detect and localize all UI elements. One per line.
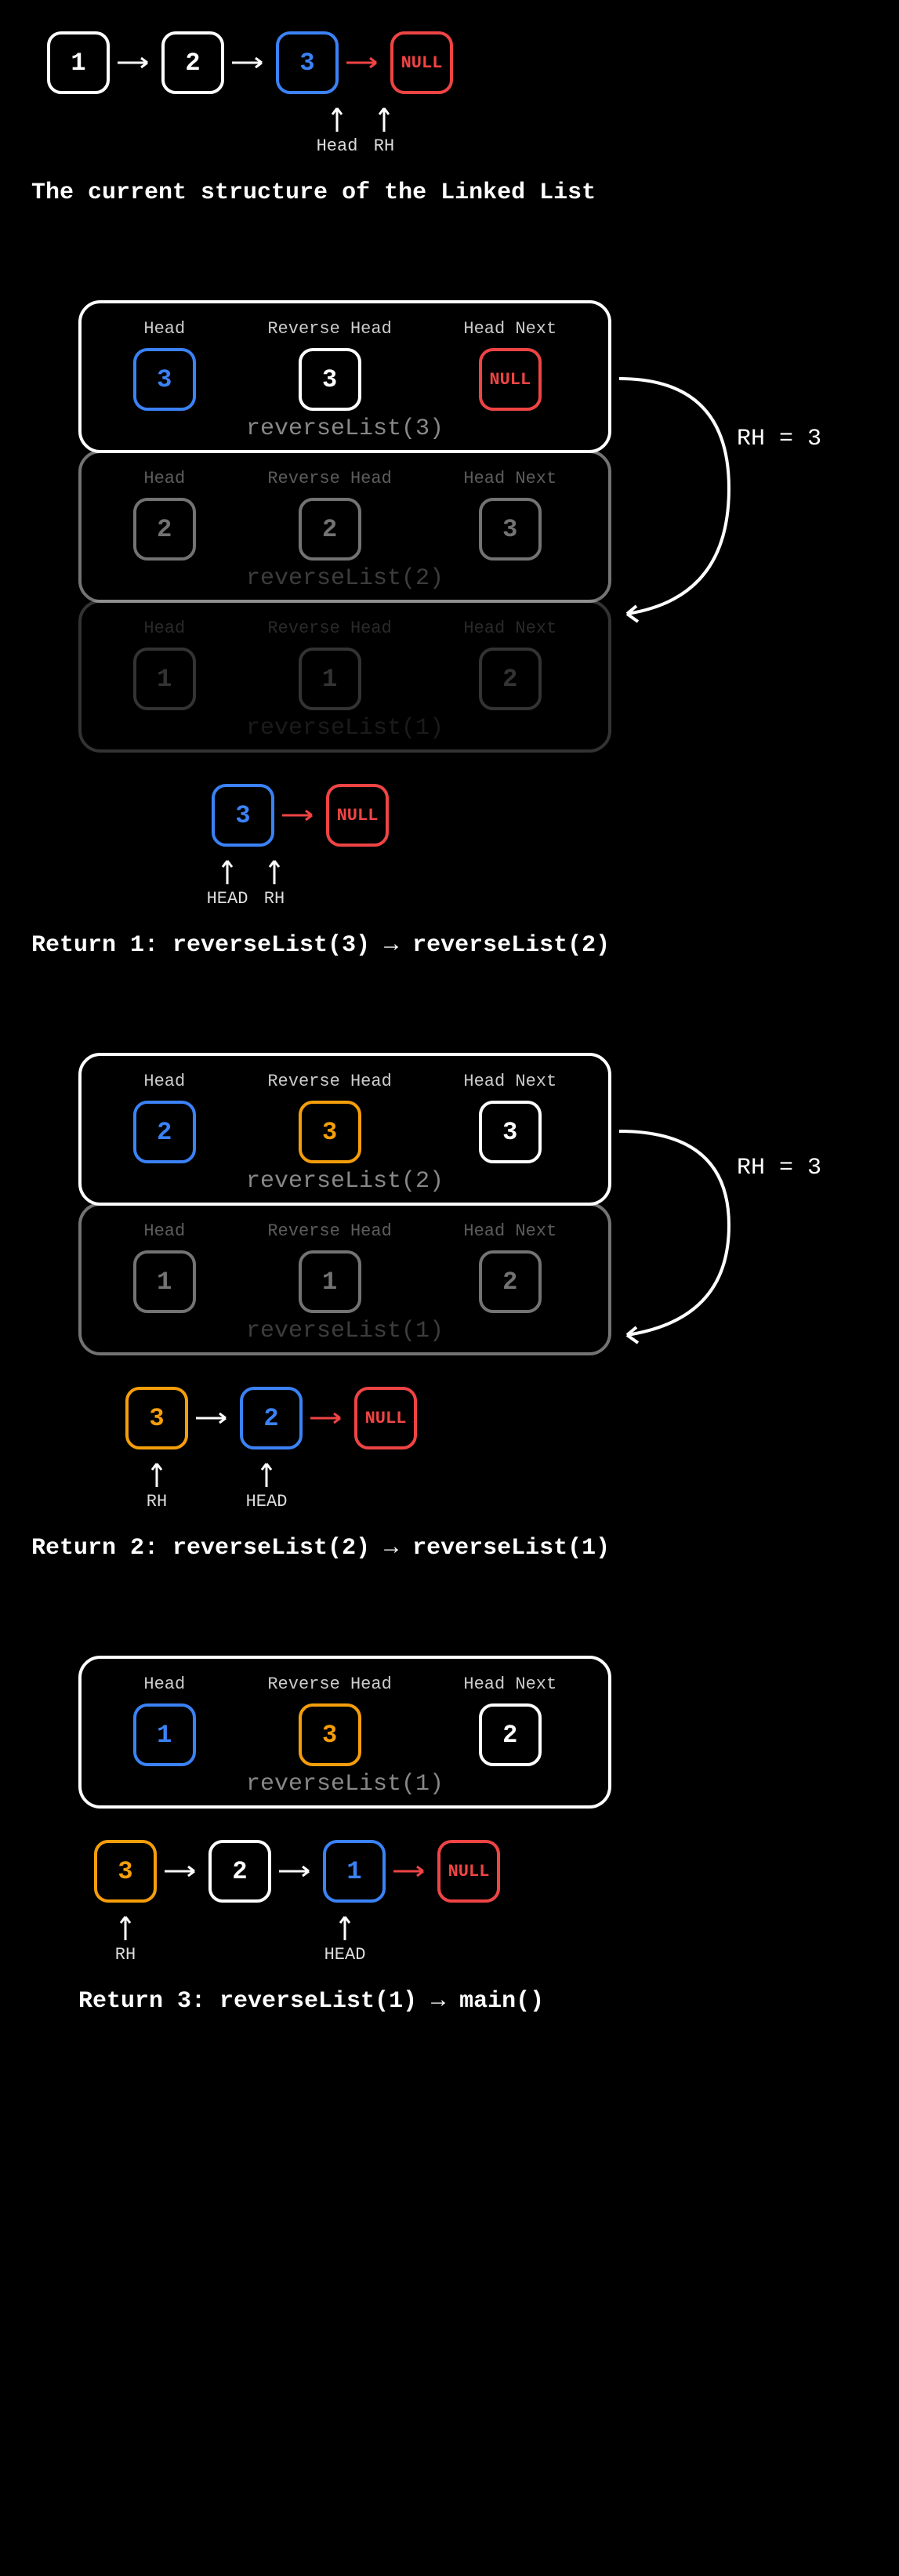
stack-frames: Head1 Reverse Head3 Head Next2 reverseLi… — [78, 1656, 883, 1809]
stack-frames: Head2 Reverse Head3 Head Next3 reverseLi… — [78, 1053, 883, 1355]
arrow-icon — [194, 1417, 234, 1420]
caption: Return 2: reverseList(2) → reverseList(1… — [31, 1535, 883, 1562]
curve-arrow-icon — [611, 1100, 768, 1351]
frame-rl2: Head2 Reverse Head3 Head Next3 reverseLi… — [78, 1053, 611, 1206]
pointer-rh: RH — [361, 102, 408, 156]
mini-node-2: 2 — [208, 1840, 271, 1903]
pointer-rh: RH — [102, 1910, 149, 1965]
frame-rl2: Head2 Reverse Head2 Head Next3 reverseLi… — [78, 450, 611, 603]
pointer-head: HEAD — [204, 854, 251, 909]
frame-rl1: Head1 Reverse Head1 Head Next2 reverseLi… — [78, 600, 611, 753]
arrow-icon — [309, 1417, 348, 1420]
frame-rl1: Head1 Reverse Head3 Head Next2 reverseLi… — [78, 1656, 611, 1809]
caption: Return 3: reverseList(1) → main() — [78, 1988, 883, 2015]
node-2: 2 — [161, 31, 224, 94]
arrow-icon — [277, 1870, 317, 1873]
node-3: 3 — [276, 31, 339, 94]
mini-node-null: NULL — [354, 1387, 417, 1449]
mini-linked-list: 3 2 1 NULL RH HEAD — [94, 1840, 883, 1965]
mini-node-3: 3 — [212, 784, 274, 847]
caption: Return 1: reverseList(3) → reverseList(2… — [31, 932, 883, 959]
section-return-2: Head2 Reverse Head3 Head Next3 reverseLi… — [16, 1053, 883, 1562]
curve-arrow-icon — [611, 347, 768, 629]
mini-node-1: 1 — [323, 1840, 386, 1903]
arrow-icon — [230, 61, 270, 64]
arrow-icon — [281, 814, 320, 817]
frame-rl1: Head1 Reverse Head1 Head Next2 reverseLi… — [78, 1203, 611, 1355]
frame-rl3: Head3 Reverse Head3 Head NextNULL revers… — [78, 300, 611, 453]
side-label: RH = 3 — [737, 1155, 821, 1181]
mini-node-3: 3 — [94, 1840, 157, 1903]
node-1: 1 — [47, 31, 110, 94]
arrow-icon — [163, 1870, 202, 1873]
pointer-rh: RH — [251, 854, 298, 909]
side-label: RH = 3 — [737, 426, 821, 452]
pointer-head: HEAD — [321, 1910, 368, 1965]
mini-linked-list: 3 2 NULL RH HEAD — [125, 1387, 883, 1511]
section-initial-structure: 1 2 3 NULL Head RH The current structure… — [16, 31, 883, 206]
mini-linked-list: 3 NULL HEAD RH — [212, 784, 883, 909]
mini-node-null: NULL — [326, 784, 389, 847]
mini-node-2: 2 — [240, 1387, 303, 1449]
node-null: NULL — [390, 31, 453, 94]
mini-node-null: NULL — [437, 1840, 500, 1903]
arrow-icon — [345, 61, 384, 64]
stack-frames: Head3 Reverse Head3 Head NextNULL revers… — [78, 300, 883, 753]
pointer-head: Head — [314, 102, 361, 156]
mini-node-3: 3 — [125, 1387, 188, 1449]
section-return-1: Head3 Reverse Head3 Head NextNULL revers… — [16, 300, 883, 959]
arrow-icon — [116, 61, 155, 64]
arrow-icon — [392, 1870, 431, 1873]
pointer-row: Head RH — [314, 102, 883, 156]
pointer-head: HEAD — [243, 1457, 290, 1511]
pointer-rh: RH — [133, 1457, 180, 1511]
section-return-3: Head1 Reverse Head3 Head Next2 reverseLi… — [16, 1656, 883, 2015]
caption: The current structure of the Linked List — [31, 180, 883, 206]
linked-list-row: 1 2 3 NULL — [47, 31, 883, 94]
